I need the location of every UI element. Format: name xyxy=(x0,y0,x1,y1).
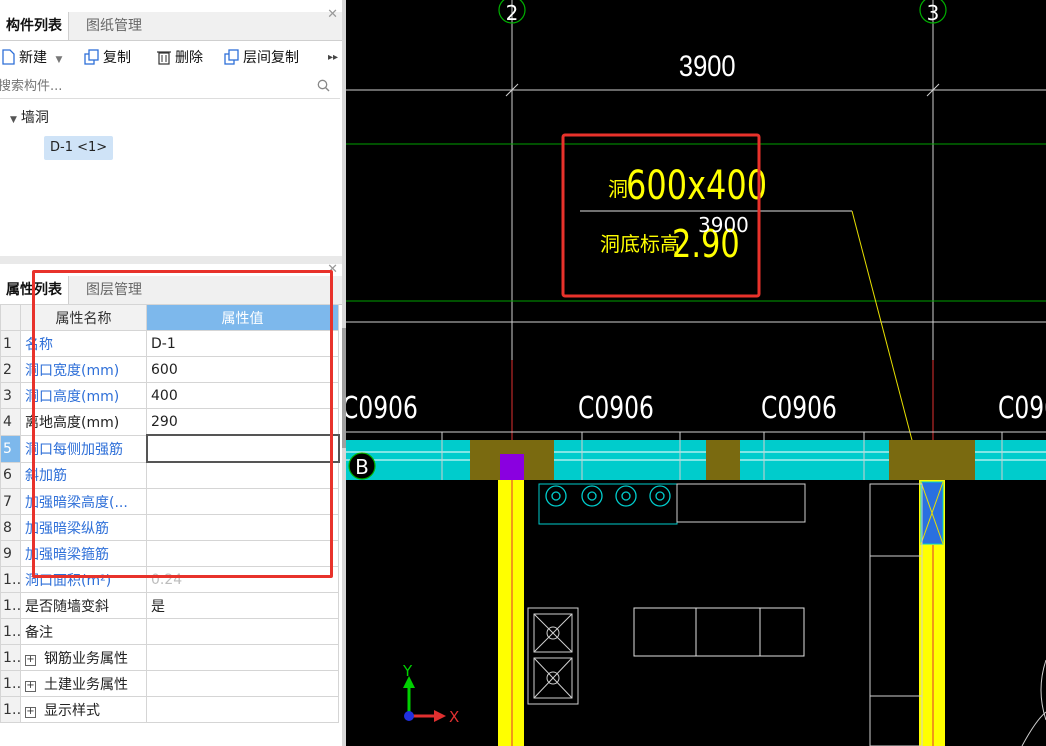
axis-label-2: 2 xyxy=(506,1,519,25)
property-row[interactable]: 12 备注 xyxy=(0,618,339,645)
copy-icon xyxy=(84,49,99,65)
window-tag: C0906 xyxy=(346,391,418,426)
table-outline xyxy=(633,607,805,657)
property-group-row[interactable]: 16 + 土建业务属性 xyxy=(0,670,339,697)
counter-outline xyxy=(676,483,806,523)
wall-segment[interactable] xyxy=(889,440,975,480)
ucs-icon: Y X xyxy=(402,662,459,726)
window-tag: C0906 xyxy=(578,391,654,426)
property-value xyxy=(146,696,339,723)
elevation-label: 洞底标高 xyxy=(600,232,680,256)
axis-label-b: B xyxy=(355,455,369,479)
tree-node-d1[interactable]: D-1 <1> xyxy=(44,136,114,160)
wall-segment[interactable] xyxy=(706,440,740,480)
trash-icon xyxy=(157,51,171,65)
opening-size-text: 600x400 xyxy=(626,161,767,208)
property-row[interactable]: 11 是否随墙变斜是 xyxy=(0,592,339,619)
highlight-box-properties xyxy=(32,270,333,578)
component-tabs: 构件列表 图纸管理 ✕ xyxy=(0,7,342,41)
burner-icons xyxy=(545,485,671,507)
floor-copy-button[interactable]: 层间复制 xyxy=(224,44,299,72)
window-tag: C0906 xyxy=(761,391,837,426)
curve-line xyxy=(1021,711,1046,746)
column-yellow[interactable] xyxy=(498,480,524,746)
close-icon[interactable]: ✕ xyxy=(327,7,338,22)
expand-icon[interactable]: + xyxy=(25,654,36,666)
property-value xyxy=(146,670,339,697)
tab-component-list[interactable]: 构件列表 xyxy=(0,12,69,40)
column-purple[interactable] xyxy=(500,454,524,480)
copy-button[interactable]: 复制 xyxy=(84,44,131,72)
property-group-name[interactable]: + 钢筋业务属性 xyxy=(20,644,147,671)
axis-label-3: 3 xyxy=(927,1,940,25)
curve-line xyxy=(1040,659,1046,721)
property-group-row[interactable]: 13 + 钢筋业务属性 xyxy=(0,644,339,671)
stove-outline xyxy=(538,483,678,525)
property-name: 是否随墙变斜 xyxy=(20,592,147,619)
collapse-arrow-icon[interactable]: ▼ xyxy=(10,115,17,125)
row-number-header xyxy=(0,304,21,331)
ucs-y-label: Y xyxy=(402,662,413,680)
cad-drawing: 2 3 3900 洞 600x400 洞底标高 2.90 3900 C0906 … xyxy=(346,0,1046,746)
left-panel: 构件列表 图纸管理 ✕ 新建 ▼ 复制 删除 层间复制 ▸▸ ▼墙洞 D-1 <… xyxy=(0,0,342,746)
new-button[interactable]: 新建 ▼ xyxy=(0,44,62,72)
ucs-x-label: X xyxy=(449,708,459,726)
property-value[interactable] xyxy=(146,618,339,645)
delete-button[interactable]: 删除 xyxy=(156,44,203,72)
expand-icon[interactable]: + xyxy=(25,680,36,692)
property-group-name[interactable]: + 土建业务属性 xyxy=(20,670,147,697)
opening-label-prefix: 洞 xyxy=(608,177,628,201)
panel-separator[interactable] xyxy=(0,256,342,264)
property-group-row[interactable]: 19 + 显示样式 xyxy=(0,696,339,723)
property-name: 备注 xyxy=(20,618,147,645)
search-bar xyxy=(0,76,340,99)
dropdown-arrow-icon[interactable]: ▼ xyxy=(55,55,62,65)
sink-outline xyxy=(527,607,579,705)
window-tag: C090 xyxy=(998,391,1046,426)
component-toolbar: 新建 ▼ 复制 删除 层间复制 ▸▸ xyxy=(0,44,342,72)
tree-root-wall-opening[interactable]: ▼ 墙洞 xyxy=(10,107,49,127)
expand-icon[interactable]: + xyxy=(25,706,36,718)
search-input[interactable] xyxy=(0,76,298,96)
floor-copy-icon xyxy=(224,49,239,65)
cad-canvas[interactable]: 2 3 3900 洞 600x400 洞底标高 2.90 3900 C0906 … xyxy=(346,0,1046,746)
search-icon[interactable] xyxy=(317,79,330,92)
overlay-dimension-text: 3900 xyxy=(698,213,749,237)
dimension-text: 3900 xyxy=(679,49,736,82)
property-value xyxy=(146,644,339,671)
property-value[interactable]: 是 xyxy=(146,592,339,619)
sink-icon xyxy=(533,613,573,699)
property-group-name[interactable]: + 显示样式 xyxy=(20,696,147,723)
new-icon xyxy=(2,49,15,65)
cabinet-outline xyxy=(869,483,923,746)
more-icon[interactable]: ▸▸ xyxy=(328,44,338,72)
tab-drawing-management[interactable]: 图纸管理 xyxy=(80,12,148,40)
